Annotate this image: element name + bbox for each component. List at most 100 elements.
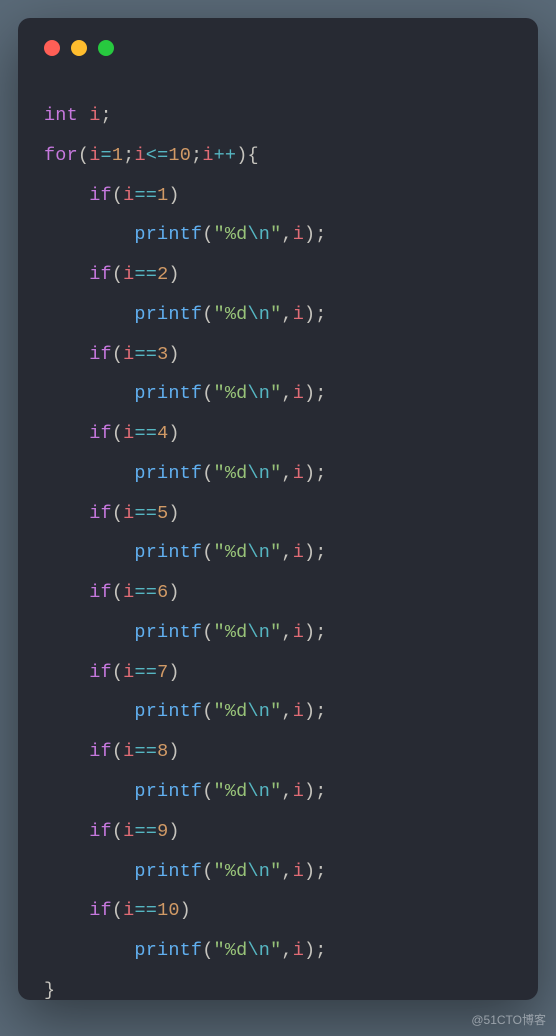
operator: == xyxy=(134,821,157,842)
escape-seq: \n xyxy=(247,224,270,245)
operator: == xyxy=(134,503,157,524)
function-call: printf xyxy=(134,940,202,961)
maximize-icon[interactable] xyxy=(98,40,114,56)
if-keyword: if xyxy=(89,264,112,285)
number: 2 xyxy=(157,264,168,285)
punct: ( xyxy=(202,383,213,404)
number: 6 xyxy=(157,582,168,603)
escape-seq: \n xyxy=(247,622,270,643)
number: 1 xyxy=(157,185,168,206)
punct: ) xyxy=(168,582,179,603)
string-literal: "%d xyxy=(214,940,248,961)
escape-seq: \n xyxy=(247,383,270,404)
punct: ) xyxy=(168,503,179,524)
punct: } xyxy=(44,980,55,1001)
identifier: i xyxy=(123,900,134,921)
punct: ); xyxy=(304,701,327,722)
identifier: i xyxy=(123,423,134,444)
number: 9 xyxy=(157,821,168,842)
identifier: i xyxy=(123,821,134,842)
punct: , xyxy=(281,542,292,563)
escape-seq: \n xyxy=(247,861,270,882)
string-literal: " xyxy=(270,940,281,961)
code-block: int i; for(i=1;i<=10;i++){ if(i==1) prin… xyxy=(44,96,512,1011)
identifier: i xyxy=(123,344,134,365)
string-literal: "%d xyxy=(214,781,248,802)
close-icon[interactable] xyxy=(44,40,60,56)
function-call: printf xyxy=(134,542,202,563)
punct: ); xyxy=(304,224,327,245)
operator: ++ xyxy=(214,145,237,166)
punct: ); xyxy=(304,463,327,484)
escape-seq: \n xyxy=(247,701,270,722)
identifier: i xyxy=(202,145,213,166)
identifier: i xyxy=(293,224,304,245)
punct: ) xyxy=(168,741,179,762)
code-window: int i; for(i=1;i<=10;i++){ if(i==1) prin… xyxy=(18,18,538,1000)
if-keyword: if xyxy=(89,344,112,365)
operator: == xyxy=(134,900,157,921)
if-keyword: if xyxy=(89,503,112,524)
type-keyword: int xyxy=(44,105,78,126)
operator: == xyxy=(134,741,157,762)
operator: == xyxy=(134,662,157,683)
punct: , xyxy=(281,940,292,961)
function-call: printf xyxy=(134,304,202,325)
string-literal: "%d xyxy=(214,701,248,722)
identifier: i xyxy=(293,861,304,882)
if-keyword: if xyxy=(89,741,112,762)
if-keyword: if xyxy=(89,582,112,603)
string-literal: "%d xyxy=(214,542,248,563)
punct: ); xyxy=(304,542,327,563)
identifier: i xyxy=(293,383,304,404)
punct: , xyxy=(281,622,292,643)
punct: , xyxy=(281,701,292,722)
punct: ( xyxy=(202,224,213,245)
number: 7 xyxy=(157,662,168,683)
escape-seq: \n xyxy=(247,304,270,325)
if-keyword: if xyxy=(89,423,112,444)
if-keyword: if xyxy=(89,185,112,206)
identifier: i xyxy=(293,463,304,484)
function-call: printf xyxy=(134,463,202,484)
escape-seq: \n xyxy=(247,781,270,802)
punct: ( xyxy=(112,900,123,921)
punct: ; xyxy=(101,105,112,126)
escape-seq: \n xyxy=(247,940,270,961)
string-literal: " xyxy=(270,463,281,484)
operator: == xyxy=(134,582,157,603)
traffic-lights xyxy=(44,38,512,96)
punct: ( xyxy=(202,622,213,643)
if-keyword: if xyxy=(89,662,112,683)
identifier: i xyxy=(293,940,304,961)
identifier: i xyxy=(123,185,134,206)
identifier: i xyxy=(89,105,100,126)
punct: ( xyxy=(78,145,89,166)
punct: ( xyxy=(202,940,213,961)
operator: == xyxy=(134,344,157,365)
string-literal: " xyxy=(270,701,281,722)
function-call: printf xyxy=(134,781,202,802)
string-literal: "%d xyxy=(214,861,248,882)
identifier: i xyxy=(293,701,304,722)
escape-seq: \n xyxy=(247,542,270,563)
string-literal: "%d xyxy=(214,463,248,484)
minimize-icon[interactable] xyxy=(71,40,87,56)
punct: , xyxy=(281,781,292,802)
escape-seq: \n xyxy=(247,463,270,484)
operator: = xyxy=(101,145,112,166)
string-literal: " xyxy=(270,781,281,802)
identifier: i xyxy=(293,542,304,563)
punct: ( xyxy=(112,662,123,683)
punct: , xyxy=(281,383,292,404)
string-literal: " xyxy=(270,542,281,563)
number: 10 xyxy=(168,145,191,166)
punct: ( xyxy=(112,741,123,762)
punct: ) xyxy=(168,344,179,365)
punct: ( xyxy=(112,344,123,365)
operator: == xyxy=(134,185,157,206)
string-literal: " xyxy=(270,622,281,643)
punct: ) xyxy=(168,662,179,683)
identifier: i xyxy=(123,662,134,683)
punct: , xyxy=(281,861,292,882)
